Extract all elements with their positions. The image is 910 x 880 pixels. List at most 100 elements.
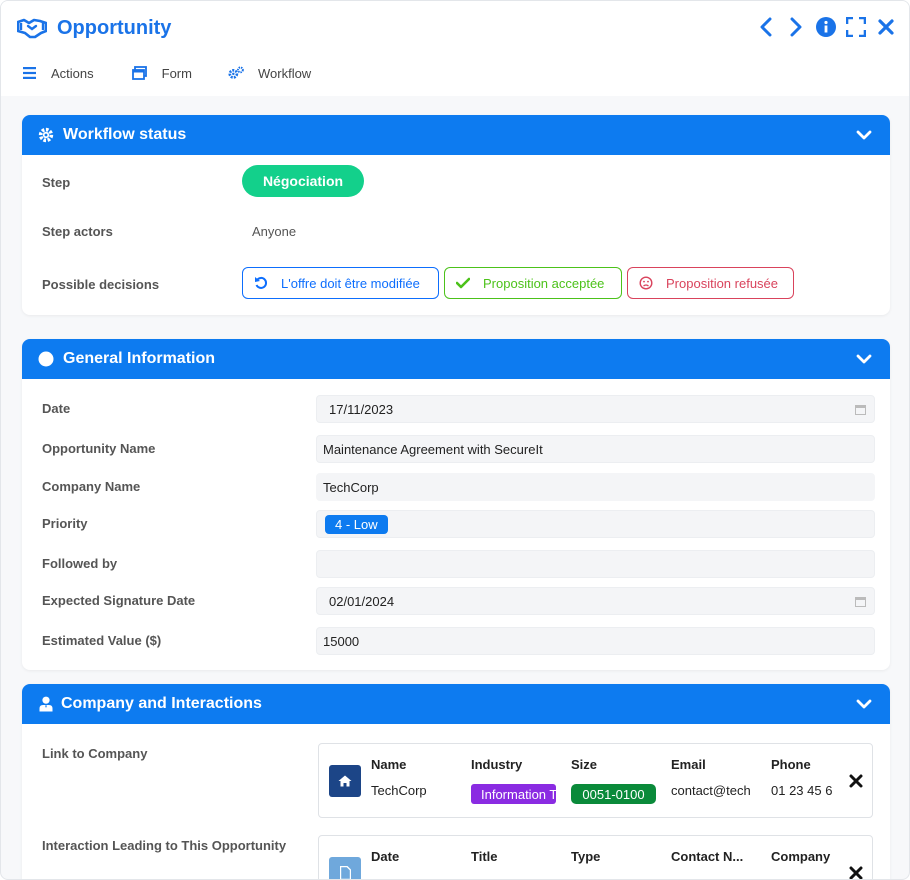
opportunity-window: Opportunity Actions Form Workflow Workfl… <box>0 0 910 880</box>
chevron-down-icon <box>856 354 872 364</box>
menu-icon <box>21 65 37 81</box>
handshake-icon <box>17 16 47 40</box>
company-name-field[interactable]: TechCorp <box>316 473 875 501</box>
section-title: Company and Interactions <box>61 695 262 712</box>
tab-label: Actions <box>51 65 94 81</box>
decision-label: L'offre doit être modifiée <box>281 275 420 291</box>
step-actors-value: Anyone <box>252 224 297 239</box>
chevron-down-icon <box>856 130 872 140</box>
calendar-icon <box>855 405 866 415</box>
company-icon-tile <box>329 765 361 797</box>
next-button[interactable] <box>785 13 807 41</box>
title-row: Opportunity <box>17 13 171 43</box>
tab-actions[interactable]: Actions <box>21 65 94 81</box>
tab-form[interactable]: Form <box>132 65 192 81</box>
form-icon <box>132 65 148 81</box>
priority-field[interactable]: 4 - Low <box>316 510 875 538</box>
company-name-value: TechCorp <box>323 479 379 495</box>
window-controls <box>755 13 897 41</box>
col-header-industry: Industry <box>471 757 523 772</box>
circle-icon <box>37 350 55 368</box>
phone-cell: 01 23 45 6 <box>771 783 833 798</box>
calendar-icon <box>855 597 866 607</box>
info-button[interactable] <box>815 13 837 41</box>
user-icon <box>37 695 55 713</box>
step-label: Step <box>42 175 71 190</box>
section-title: General Information <box>63 350 216 367</box>
col-header-size: Size <box>571 757 598 772</box>
workflow-status-section: Workflow status Step Négociation Step ac… <box>22 115 890 315</box>
estimated-value-label: Estimated Value ($) <box>42 633 162 648</box>
tab-label: Workflow <box>257 65 312 81</box>
col-header-phone: Phone <box>771 757 811 772</box>
linked-company-card[interactable]: Name Industry Size Email Phone TechCorp … <box>318 743 873 818</box>
opportunity-name-field[interactable]: Maintenance Agreement with SecureIt <box>316 435 875 463</box>
decision-label: Proposition acceptée <box>483 275 605 291</box>
top-bar: Opportunity Actions Form Workflow <box>1 1 909 96</box>
step-actors-label: Step actors <box>42 224 113 239</box>
home-icon <box>338 775 352 787</box>
estimated-value-field[interactable]: 15000 <box>316 627 875 655</box>
fullscreen-button[interactable] <box>845 13 867 41</box>
priority-badge: 4 - Low <box>325 514 388 534</box>
opportunity-name-label: Opportunity Name <box>42 441 156 456</box>
estimated-value-value: 15000 <box>323 633 360 649</box>
section-title: Workflow status <box>63 126 187 143</box>
undo-icon <box>253 275 269 291</box>
remove-link-icon[interactable] <box>848 773 864 789</box>
chevron-left-icon <box>760 17 772 37</box>
size-tag: 0051-0100 <box>571 784 656 804</box>
followed-by-field[interactable] <box>316 550 875 578</box>
chevron-right-icon <box>790 17 802 37</box>
col-header-type: Type <box>571 849 601 864</box>
interaction-icon-tile <box>329 857 361 879</box>
date-value: 17/11/2023 <box>329 401 394 417</box>
check-icon <box>455 275 471 291</box>
expected-signature-date-field[interactable]: 02/01/2024 <box>316 587 875 615</box>
col-header-email: Email <box>671 757 706 772</box>
remove-link-icon[interactable] <box>848 865 864 880</box>
tab-label: Form <box>161 65 192 81</box>
col-header-contact-name: Contact N... <box>671 849 744 864</box>
col-header-date: Date <box>371 849 400 864</box>
industry-tag-text: Information T <box>481 786 556 802</box>
linked-interaction-card[interactable]: Date Title Type Contact N... Company <box>318 835 873 880</box>
close-button[interactable] <box>875 13 897 41</box>
decision-modify-offer-button[interactable]: L'offre doit être modifiée <box>242 267 439 299</box>
col-header-name: Name <box>371 757 407 772</box>
company-name-label: Company Name <box>42 479 141 494</box>
sad-face-icon <box>638 275 654 291</box>
size-tag-text: 0051-0100 <box>582 786 645 802</box>
priority-label: Priority <box>42 516 88 531</box>
followed-by-label: Followed by <box>42 556 118 571</box>
decision-label: Proposition refusée <box>666 275 779 291</box>
tab-workflow[interactable]: Workflow <box>228 65 311 81</box>
chevron-down-icon <box>856 699 872 709</box>
decision-refuse-button[interactable]: Proposition refusée <box>627 267 794 299</box>
close-icon <box>878 19 894 35</box>
workflow-status-header[interactable]: Workflow status <box>22 115 890 155</box>
general-information-section: General Information Date 17/11/2023 Oppo… <box>22 339 890 670</box>
expected-signature-date-value: 02/01/2024 <box>329 593 395 609</box>
general-information-header[interactable]: General Information <box>22 339 890 379</box>
document-icon <box>339 866 351 879</box>
info-icon <box>816 17 836 37</box>
workflow-status-body: Step Négociation Step actors Anyone Poss… <box>22 155 890 315</box>
date-field[interactable]: 17/11/2023 <box>316 395 875 423</box>
expand-icon <box>846 17 866 37</box>
company-interactions-section: Company and Interactions Link to Company… <box>22 684 890 880</box>
previous-button[interactable] <box>755 13 777 41</box>
company-name-cell: TechCorp <box>371 783 427 798</box>
company-interactions-header[interactable]: Company and Interactions <box>22 684 890 724</box>
industry-tag: Information T <box>471 784 556 804</box>
email-cell: contact@tech <box>671 783 751 798</box>
opportunity-name-value: Maintenance Agreement with SecureIt <box>323 441 543 457</box>
page-title: Opportunity <box>57 16 172 39</box>
col-header-title: Title <box>471 849 498 864</box>
gears-icon <box>228 65 244 81</box>
gear-icon <box>37 126 55 144</box>
link-to-company-label: Link to Company <box>42 746 148 761</box>
possible-decisions-label: Possible decisions <box>42 277 160 292</box>
toolbar-tabs: Actions Form Workflow <box>21 65 347 81</box>
decision-accept-button[interactable]: Proposition acceptée <box>444 267 622 299</box>
